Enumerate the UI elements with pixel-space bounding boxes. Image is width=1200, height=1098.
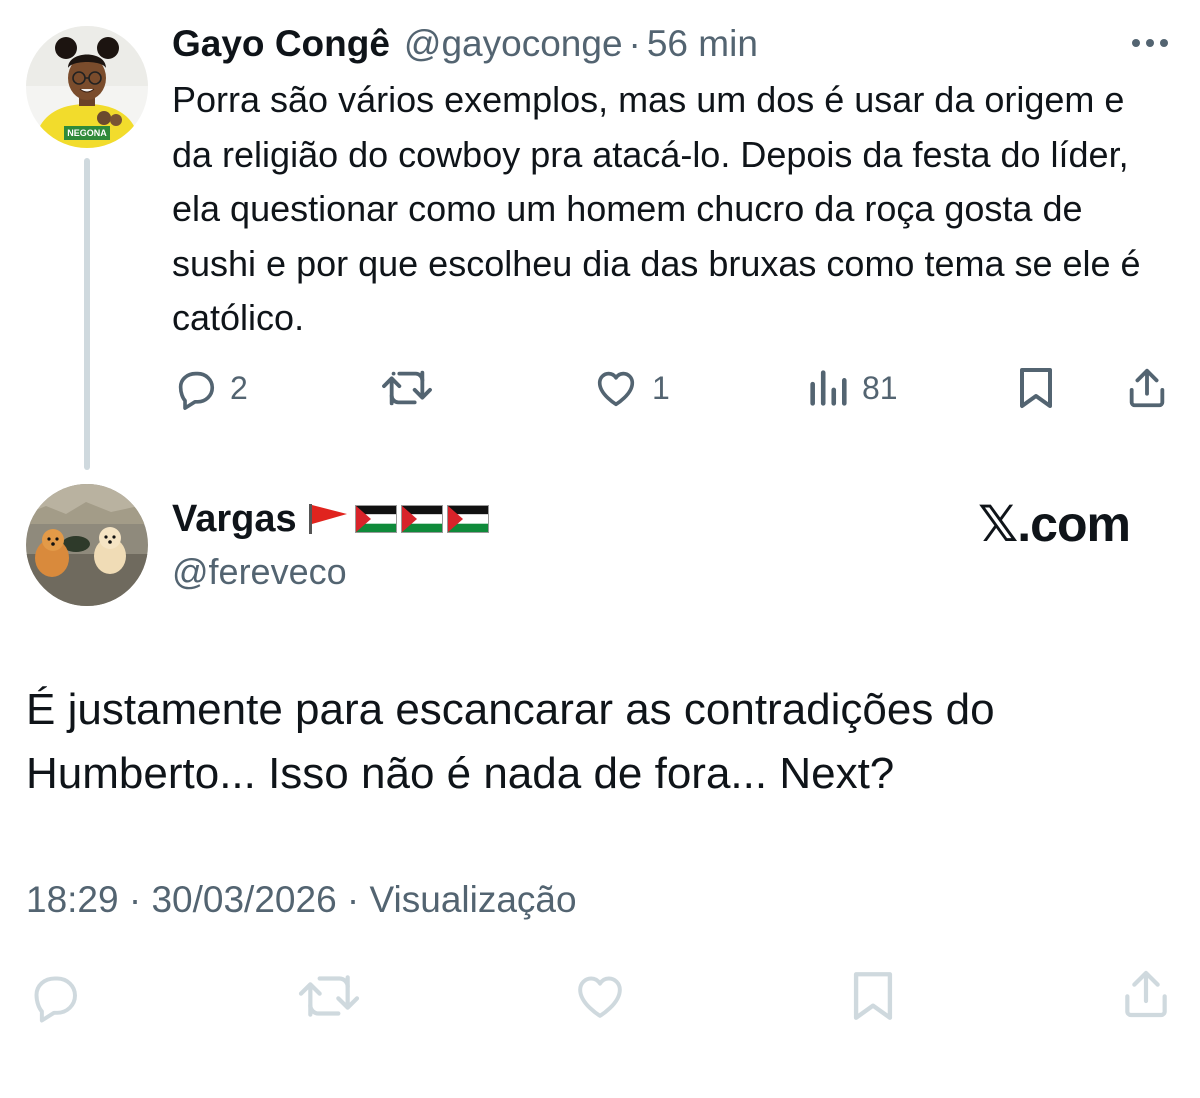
- views-button[interactable]: 81: [806, 360, 898, 416]
- x-com-brand: 𝕏.com: [978, 496, 1131, 552]
- tweet-screenshot: NEGONA Gayo Congê @gayoconge · 56 min Po…: [0, 0, 1200, 1098]
- reply-button[interactable]: [26, 968, 82, 1024]
- avatar-image: NEGONA: [26, 26, 148, 148]
- thread-line: [84, 158, 90, 470]
- author-handle[interactable]: @fereveco: [172, 548, 347, 596]
- retweet-button[interactable]: [380, 360, 446, 416]
- palestine-flag-icon: [446, 505, 489, 533]
- reply-icon: [172, 365, 218, 411]
- bookmark-icon: [846, 967, 900, 1025]
- share-button[interactable]: [1124, 360, 1170, 416]
- tweet-time[interactable]: 56 min: [647, 20, 758, 68]
- palestine-flag-icon: [400, 505, 443, 533]
- views-icon: [806, 365, 850, 411]
- tweet2-action-bar: [0, 962, 1200, 1032]
- like-button[interactable]: [570, 968, 630, 1024]
- tweet1-header: Gayo Congê @gayoconge · 56 min: [172, 20, 758, 68]
- palestine-flag-icon: [354, 505, 397, 533]
- avatar-image: [26, 484, 148, 606]
- tweet1-text: Porra são vários exemplos, mas um dos é …: [172, 79, 1141, 338]
- author-handle[interactable]: @gayoconge: [404, 20, 623, 68]
- bookmark-button[interactable]: [1014, 360, 1058, 416]
- retweet-button[interactable]: [296, 968, 362, 1024]
- reply-icon: [26, 968, 82, 1024]
- share-button[interactable]: [1118, 966, 1174, 1022]
- tweet2-name-row: Vargas: [172, 494, 489, 544]
- like-icon: [570, 968, 630, 1024]
- reply-button[interactable]: 2: [172, 360, 248, 416]
- bookmark-button[interactable]: [846, 968, 900, 1024]
- like-icon: [592, 365, 640, 411]
- like-count: 1: [652, 369, 670, 406]
- view-count: 81: [862, 369, 898, 406]
- share-icon: [1124, 364, 1170, 412]
- bookmark-icon: [1014, 364, 1058, 412]
- share-icon: [1118, 965, 1174, 1023]
- svg-text:NEGONA: NEGONA: [67, 128, 107, 138]
- separator-dot: ·: [628, 23, 641, 64]
- retweet-icon: [380, 365, 434, 411]
- reply-count: 2: [230, 369, 248, 406]
- red-flag-icon: [308, 504, 347, 534]
- author-name[interactable]: Vargas: [172, 494, 297, 544]
- tweet1-action-bar: 2 1 81: [0, 360, 1200, 420]
- retweet-icon: [296, 968, 362, 1024]
- avatar-gayo[interactable]: NEGONA: [26, 26, 148, 148]
- more-icon[interactable]: [1128, 32, 1172, 54]
- avatar-vargas[interactable]: [26, 484, 148, 606]
- author-flags: [305, 502, 489, 536]
- tweet2-timestamp[interactable]: 18:29 · 30/03/2026 · Visualização: [26, 876, 577, 924]
- author-name[interactable]: Gayo Congê: [172, 20, 390, 68]
- like-button[interactable]: 1: [592, 360, 670, 416]
- tweet2-text: É justamente para escancarar as contradi…: [26, 685, 995, 798]
